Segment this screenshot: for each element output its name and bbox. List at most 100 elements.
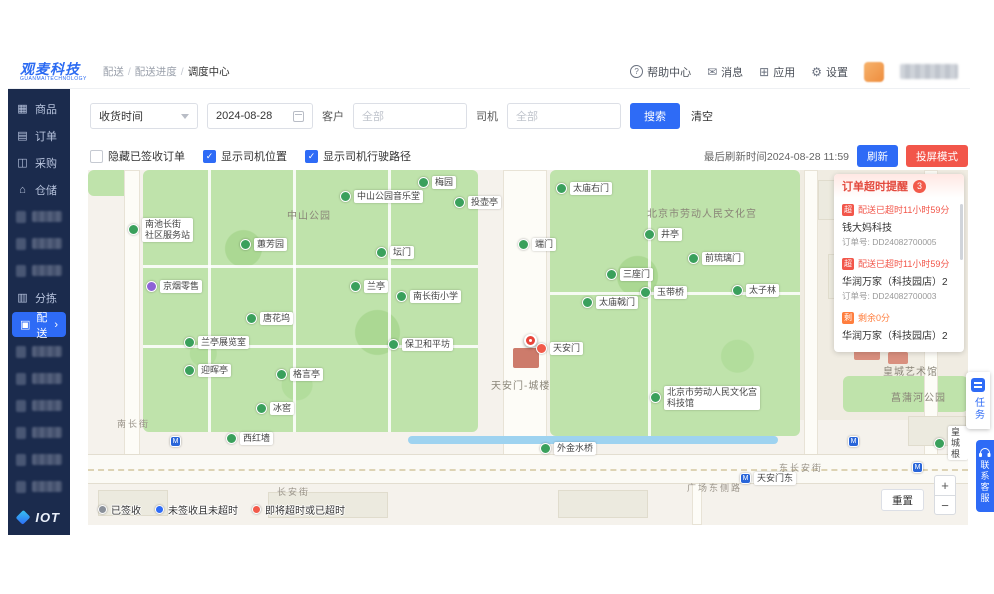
date-input[interactable]: 2024-08-28 [207,103,313,129]
checkbox-show-driver-location[interactable]: 显示司机位置 [203,148,287,164]
driver-input[interactable]: 全部 [507,103,621,129]
calendar-icon [293,110,304,122]
refresh-group: 最后刷新时间2024-08-28 11:59 刷新 投屏模式 [704,145,968,167]
projection-mode-button[interactable]: 投屏模式 [906,145,968,167]
last-refresh-time: 最后刷新时间2024-08-28 11:59 [703,150,849,163]
sidebar-item-redacted-7[interactable] [8,419,70,446]
sidebar-item-procurement[interactable]: ◫ 采购 [8,149,70,176]
sidebar-item-redacted-3[interactable] [8,257,70,284]
help-center-link[interactable]: ? 帮助中心 [630,64,691,80]
poi-label: 兰亭展览室 [198,336,250,349]
poi-label: 长安街 [277,487,311,497]
sidebar-item-label: 配送 [36,311,48,340]
apps-icon: ⊞ [759,64,770,79]
poi-label: 天安门-城楼 [491,381,551,392]
poi-label: 保卫和平坊 [402,338,454,351]
sidebar-item-redacted-5[interactable] [8,365,70,392]
sidebar-item-orders[interactable]: ▤ 订单 [8,122,70,149]
alert-customer: 华润万家（科技园店）2 [842,277,948,288]
poi-icon [740,472,751,484]
panel-scrollbar[interactable] [960,204,963,260]
map-poi: 保卫和平坊 [388,338,454,351]
help-center-label: 帮助中心 [647,66,692,79]
breadcrumb-dispatch-center: 调度中心 [187,66,230,78]
poi-label: 端门 [532,238,557,251]
poi-label: 南长街小学 [410,290,462,303]
user-name-redacted[interactable] [900,64,958,79]
map-poi: 京烟零售 [146,280,203,293]
app-window: 观麦科技 GUANMAITECHNOLOGY 配送 配送进度 调度中心 ? 帮助… [8,55,970,535]
alert-order-no: 订单号: DD24082700005 [842,237,937,247]
poi-label: 投壶亭 [468,196,502,209]
alert-item[interactable]: 剩 剩余0分 华润万家（科技园店）2 [842,306,956,346]
poi-icon [454,196,465,208]
checkbox-show-driver-route[interactable]: 显示司机行驶路径 [305,148,411,164]
headset-icon [979,448,990,457]
map-poi: 井亭 [644,228,683,241]
sidebar-item-redacted-8[interactable] [8,446,70,473]
poi-label: 梅园 [432,176,457,189]
poi-icon [688,252,699,264]
map-poi: 坛门 [376,246,415,259]
app-header: 观麦科技 GUANMAITECHNOLOGY 配送 配送进度 调度中心 ? 帮助… [8,55,970,89]
apps-link[interactable]: ⊞ 应用 [759,64,795,80]
header-actions: ? 帮助中心 ✉ 消息 ⊞ 应用 ⚙ 设置 [630,61,958,82]
time-type-select[interactable]: 收货时间 [90,103,198,129]
map-zoom-control: + − [934,475,956,515]
poi-icon [606,268,617,280]
search-button[interactable]: 搜索 [630,103,680,129]
overdue-tag: 剩 [842,311,854,324]
messages-label: 消息 [721,66,744,79]
poi-icon [518,238,529,250]
legend-item: 已签收 [98,502,141,517]
poi-icon [934,437,945,449]
task-float-tab[interactable]: 任务 [966,372,990,429]
map-canvas[interactable]: 梅园 投壶亭 太庙右门 北京市劳动人民文化宫 井亭 前琉璃门 端门 中山公园 中… [88,170,968,525]
messages-link[interactable]: ✉ 消息 [707,64,743,80]
sidebar-item-redacted-6[interactable] [8,392,70,419]
sidebar-item-label: 分拣 [35,292,57,305]
sidebar-item-icon [16,426,26,439]
sidebar-item-redacted-9[interactable] [8,473,70,500]
refresh-button[interactable]: 刷新 [857,145,898,167]
delivery-marker-overdue[interactable] [524,334,537,347]
sidebar-item-sorting[interactable]: ▥ 分拣 [8,284,70,311]
poi-icon [226,432,237,444]
avatar[interactable] [864,61,884,82]
poi-label: 迎晖亭 [198,364,232,377]
sidebar-item-products[interactable]: ▦ 商品 [8,95,70,122]
customer-input[interactable]: 全部 [353,103,467,129]
sidebar: ▦ 商品 ▤ 订单 ◫ 采购 ⌂ 仓储 ▥ 分拣 ▣ 配送 › IOT [8,89,70,535]
sidebar-item-redacted-2[interactable] [8,230,70,257]
customer-label: 客户 [322,111,344,123]
contact-service-label: 联系客服 [979,460,990,504]
poi-icon [128,224,139,236]
breadcrumb-delivery-progress[interactable]: 配送进度 [135,64,184,79]
legend-pin-icon [252,505,261,514]
poi-icon [184,336,195,348]
clear-button[interactable]: 清空 [691,108,713,124]
map-poi: 蕙芳园 [240,238,288,251]
sidebar-item-label [32,373,62,384]
map-reset-button[interactable]: 重置 [881,489,924,511]
panel-title: 订单超时提醒 [842,181,908,193]
map-poi: 中山公园音乐堂 [340,190,424,203]
alert-status: 配送已超时11小时59分 [858,259,950,269]
breadcrumb-delivery[interactable]: 配送 [103,64,131,79]
sidebar-item-icon [16,345,26,358]
zoom-in-button[interactable]: + [934,475,956,495]
map-poi [170,436,181,447]
sidebar-item-delivery[interactable]: ▣ 配送 [12,312,66,340]
zoom-out-button[interactable]: − [934,495,956,515]
overdue-tag: 超 [842,257,854,270]
contact-service-tab[interactable]: 联系客服 [976,440,994,512]
settings-link[interactable]: ⚙ 设置 [811,64,848,80]
map-poi: 冰窖 [256,402,295,415]
alert-item[interactable]: 超 配送已超时11小时59分 华润万家（科技园店）2 订单号: DD240827… [842,252,956,306]
sidebar-item-warehouse[interactable]: ⌂ 仓储 [8,176,70,203]
sidebar-item-redacted-1[interactable] [8,203,70,230]
poi-label: 太庙戟门 [596,296,639,309]
checkbox-hide-signed-orders[interactable]: 隐藏已签收订单 [90,148,185,164]
alert-item[interactable]: 超 配送已超时11小时59分 钱大妈科技 订单号: DD24082700005 [842,198,956,252]
sidebar-item-redacted-4[interactable] [8,338,70,365]
